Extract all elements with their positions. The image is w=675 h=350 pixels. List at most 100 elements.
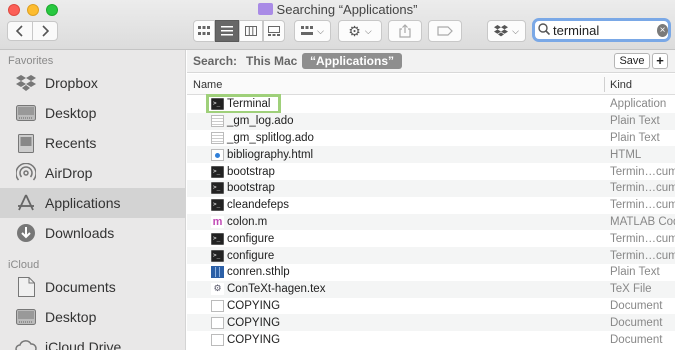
sidebar-item-label: Desktop <box>45 105 97 121</box>
file-kind: Termin…cument <box>610 182 675 195</box>
table-row[interactable]: m colon.m MATLAB Code <box>187 213 675 231</box>
sidebar-item-label: Desktop <box>45 309 97 325</box>
sidebar-item-label: Recents <box>45 135 97 151</box>
action-menu-button[interactable]: ⚙ ⌵ <box>338 20 382 42</box>
chevron-right-icon <box>42 25 49 37</box>
file-list: Terminal Application _gm_log.ado Plain T… <box>187 94 675 348</box>
table-row[interactable]: COPYING Document <box>187 331 675 348</box>
add-criteria-button[interactable]: + <box>652 53 668 69</box>
chevron-down-icon: ⌵ <box>317 25 324 36</box>
sidebar-item-label: Documents <box>45 279 116 295</box>
file-kind: Plain Text <box>610 131 660 144</box>
sidebar-item-label: iCloud Drive <box>45 339 122 350</box>
search-icon <box>538 22 551 38</box>
file-kind: Termin…cument <box>610 199 675 212</box>
terminal-doc-icon <box>211 199 224 212</box>
table-row[interactable]: COPYING Document <box>187 314 675 332</box>
scope-label: Search: <box>193 54 238 68</box>
column-view-icon <box>245 26 257 36</box>
table-row[interactable]: configure Termin…cument <box>187 247 675 264</box>
sidebar-item-label: Downloads <box>45 225 115 241</box>
file-kind: TeX File <box>610 283 652 296</box>
table-row[interactable]: cleandefeps Termin…cument <box>187 197 675 214</box>
sidebar-item-label: AirDrop <box>45 165 93 181</box>
text-file-icon <box>211 115 224 128</box>
name-column-header[interactable]: Name <box>193 79 222 91</box>
sidebar-item-documents[interactable]: Documents <box>0 272 186 302</box>
file-name: ConTeXt-hagen.tex <box>227 283 326 296</box>
table-row[interactable]: bootstrap Termin…cument <box>187 163 675 180</box>
stata-help-icon <box>211 266 224 279</box>
table-row[interactable]: conren.sthlp Plain Text <box>187 264 675 281</box>
table-row[interactable]: bibliography.html HTML <box>187 146 675 164</box>
share-button[interactable] <box>388 20 422 42</box>
sidebar-item-recents[interactable]: Recents <box>0 128 186 158</box>
column-header: Name Kind <box>187 74 675 95</box>
back-button[interactable] <box>7 21 33 41</box>
applications-icon <box>15 192 37 214</box>
sidebar-item-icloud-desktop[interactable]: Desktop <box>0 302 186 332</box>
table-row[interactable]: configure Termin…cument <box>187 230 675 247</box>
file-kind: Plain Text <box>610 115 660 128</box>
table-row[interactable]: _gm_log.ado Plain Text <box>187 112 675 130</box>
file-name: bibliography.html <box>227 148 314 161</box>
file-kind: Application <box>610 98 667 111</box>
column-divider[interactable] <box>604 77 605 92</box>
document-icon <box>211 299 224 312</box>
file-kind: Termin…cument <box>610 232 675 245</box>
html-file-icon <box>211 148 224 161</box>
sidebar-item-downloads[interactable]: Downloads <box>0 218 186 248</box>
file-kind: HTML <box>610 148 642 161</box>
dropbox-icon <box>494 25 509 37</box>
file-name: colon.m <box>227 215 268 228</box>
table-row[interactable]: bootstrap Termin…cument <box>187 179 675 197</box>
sidebar-item-icloud-drive[interactable]: iCloud Drive <box>0 332 186 350</box>
text-file-icon <box>211 131 224 144</box>
matlab-file-icon: m <box>211 215 224 228</box>
scope-this-mac[interactable]: This Mac <box>246 54 297 68</box>
file-name: COPYING <box>227 333 281 346</box>
document-icon <box>211 316 224 329</box>
sidebar-item-airdrop[interactable]: AirDrop <box>0 158 186 188</box>
chevron-down-icon: ⌵ <box>364 25 372 36</box>
kind-column-header[interactable]: Kind <box>610 79 632 91</box>
recents-icon <box>15 132 37 154</box>
dropbox-menu-button[interactable]: ⌵ <box>487 20 526 42</box>
tex-file-icon: ⚙ <box>211 283 224 296</box>
file-name: configure <box>227 232 275 245</box>
search-field[interactable]: × <box>532 18 671 42</box>
file-name: bootstrap <box>227 165 275 178</box>
document-icon <box>211 333 224 346</box>
save-search-button[interactable]: Save <box>614 53 650 69</box>
table-row[interactable]: ⚙ ConTeXt-hagen.tex TeX File <box>187 280 675 298</box>
search-input[interactable] <box>553 22 653 38</box>
documents-icon <box>15 276 37 298</box>
tags-button[interactable] <box>428 20 462 42</box>
file-name: Terminal <box>227 98 271 111</box>
sidebar-item-applications[interactable]: Applications <box>0 188 186 218</box>
icon-view-button[interactable] <box>193 20 215 42</box>
sidebar-item-dropbox[interactable]: Dropbox <box>0 68 186 98</box>
window-title-text: Searching “Applications” <box>276 2 418 17</box>
file-name: conren.sthlp <box>227 266 290 279</box>
clear-search-icon[interactable]: × <box>657 23 668 37</box>
list-view-button[interactable] <box>215 20 239 42</box>
sidebar-item-label: Dropbox <box>45 75 98 91</box>
window-toolbar: Searching “Applications” ⌵ ⚙ ⌵ ⌵ termina… <box>0 0 675 50</box>
terminal-icon <box>211 98 224 111</box>
gallery-view-icon <box>268 26 280 36</box>
terminal-doc-icon <box>211 165 224 178</box>
sidebar-item-label: Applications <box>45 195 121 211</box>
desktop-icon <box>15 306 37 328</box>
terminal-doc-icon <box>211 249 224 262</box>
table-row[interactable]: Terminal Application <box>187 94 675 114</box>
scope-applications[interactable]: “Applications” <box>302 53 403 69</box>
table-row[interactable]: _gm_splitlog.ado Plain Text <box>187 130 675 147</box>
column-view-button[interactable] <box>239 20 263 42</box>
table-row[interactable]: COPYING Document <box>187 298 675 315</box>
sidebar-item-desktop[interactable]: Desktop <box>0 98 186 128</box>
group-by-button[interactable]: ⌵ <box>294 20 331 42</box>
gallery-view-button[interactable] <box>263 20 285 42</box>
forward-button[interactable] <box>32 21 58 41</box>
tag-icon <box>437 26 453 36</box>
